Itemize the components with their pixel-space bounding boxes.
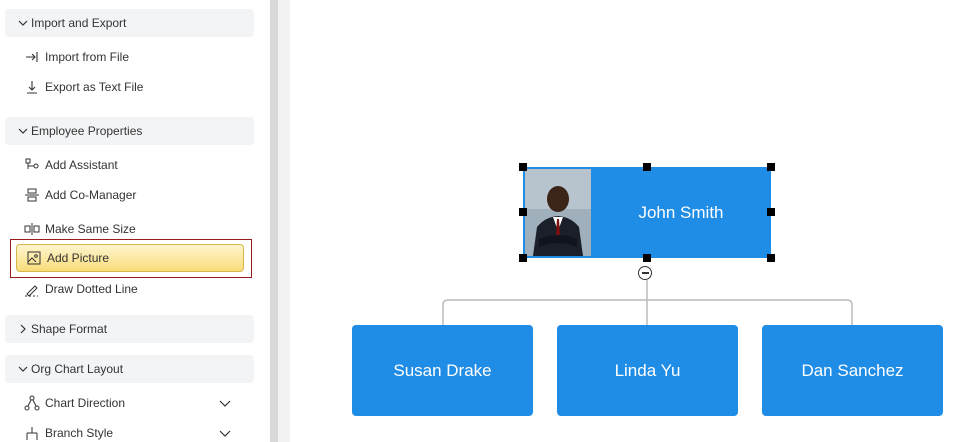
sidebar-panel: Import and Export Import from File Expor… bbox=[0, 0, 270, 442]
resize-handle-w[interactable] bbox=[519, 208, 527, 216]
item-label: Add Co-Manager bbox=[45, 188, 137, 202]
import-icon bbox=[24, 49, 40, 65]
item-label: Import from File bbox=[45, 50, 130, 64]
chevron-down-icon bbox=[18, 20, 28, 26]
section-employee-properties[interactable]: Employee Properties bbox=[5, 117, 254, 145]
item-label: Chart Direction bbox=[45, 396, 126, 410]
section-import-and-export[interactable]: Import and Export bbox=[5, 9, 254, 37]
co-manager-icon bbox=[24, 187, 40, 203]
chart-direction-item[interactable]: Chart Direction bbox=[24, 393, 244, 413]
sidebar-splitter[interactable] bbox=[270, 0, 278, 442]
chevron-right-icon bbox=[20, 324, 26, 334]
org-node-child[interactable]: Dan Sanchez bbox=[762, 325, 943, 416]
make-same-size-item[interactable]: Make Same Size bbox=[24, 219, 136, 239]
diagram-canvas[interactable]: John Smith Susan Drake Linda Yu Dan Sanc… bbox=[290, 0, 967, 442]
resize-handle-n[interactable] bbox=[643, 163, 651, 171]
chevron-down-icon bbox=[18, 128, 28, 134]
section-label: Shape Format bbox=[31, 322, 108, 336]
item-label: Add Assistant bbox=[45, 158, 118, 172]
section-label: Import and Export bbox=[31, 16, 127, 30]
branch-style-item[interactable]: Branch Style bbox=[24, 423, 244, 442]
pen-icon bbox=[24, 281, 40, 297]
add-co-manager-item[interactable]: Add Co-Manager bbox=[24, 185, 136, 205]
section-shape-format[interactable]: Shape Format bbox=[5, 315, 254, 343]
resize-handle-nw[interactable] bbox=[519, 163, 527, 171]
resize-handle-ne[interactable] bbox=[767, 163, 775, 171]
section-label: Org Chart Layout bbox=[31, 362, 124, 376]
org-node-child[interactable]: Linda Yu bbox=[557, 325, 738, 416]
resize-handle-s[interactable] bbox=[643, 254, 651, 262]
org-node-child[interactable]: Susan Drake bbox=[352, 325, 533, 416]
collapse-minus-icon[interactable] bbox=[638, 266, 652, 280]
chart-direction-icon bbox=[24, 395, 40, 411]
node-name: John Smith bbox=[638, 202, 724, 222]
chevron-down-icon bbox=[219, 430, 231, 437]
resize-handle-se[interactable] bbox=[767, 254, 775, 262]
node-name: Linda Yu bbox=[614, 360, 681, 380]
canvas-margin bbox=[278, 0, 290, 442]
add-picture-button[interactable]: Add Picture bbox=[16, 244, 244, 272]
resize-handle-e[interactable] bbox=[767, 208, 775, 216]
branch-style-icon bbox=[24, 425, 40, 441]
item-label: Add Picture bbox=[47, 251, 110, 265]
add-picture-highlight: Add Picture bbox=[10, 239, 252, 278]
employee-photo bbox=[525, 169, 591, 256]
import-from-file-item[interactable]: Import from File bbox=[24, 47, 129, 67]
add-assistant-item[interactable]: Add Assistant bbox=[24, 155, 118, 175]
org-node-root[interactable]: John Smith bbox=[523, 167, 771, 258]
resize-handle-sw[interactable] bbox=[519, 254, 527, 262]
chevron-down-icon bbox=[219, 400, 231, 407]
node-name: Susan Drake bbox=[393, 360, 492, 380]
assistant-icon bbox=[24, 157, 40, 173]
export-icon bbox=[24, 79, 40, 95]
draw-dotted-line-item[interactable]: Draw Dotted Line bbox=[24, 279, 138, 299]
picture-icon bbox=[26, 250, 42, 266]
person-photo-icon bbox=[525, 169, 591, 256]
item-label: Make Same Size bbox=[45, 222, 136, 236]
section-label: Employee Properties bbox=[31, 124, 143, 138]
export-as-text-file-item[interactable]: Export as Text File bbox=[24, 77, 143, 97]
node-name: Dan Sanchez bbox=[801, 360, 904, 380]
item-label: Draw Dotted Line bbox=[45, 282, 138, 296]
item-label: Branch Style bbox=[45, 426, 114, 440]
same-size-icon bbox=[24, 221, 40, 237]
chevron-down-icon bbox=[18, 366, 28, 372]
section-org-chart-layout[interactable]: Org Chart Layout bbox=[5, 355, 254, 383]
item-label: Export as Text File bbox=[45, 80, 144, 94]
